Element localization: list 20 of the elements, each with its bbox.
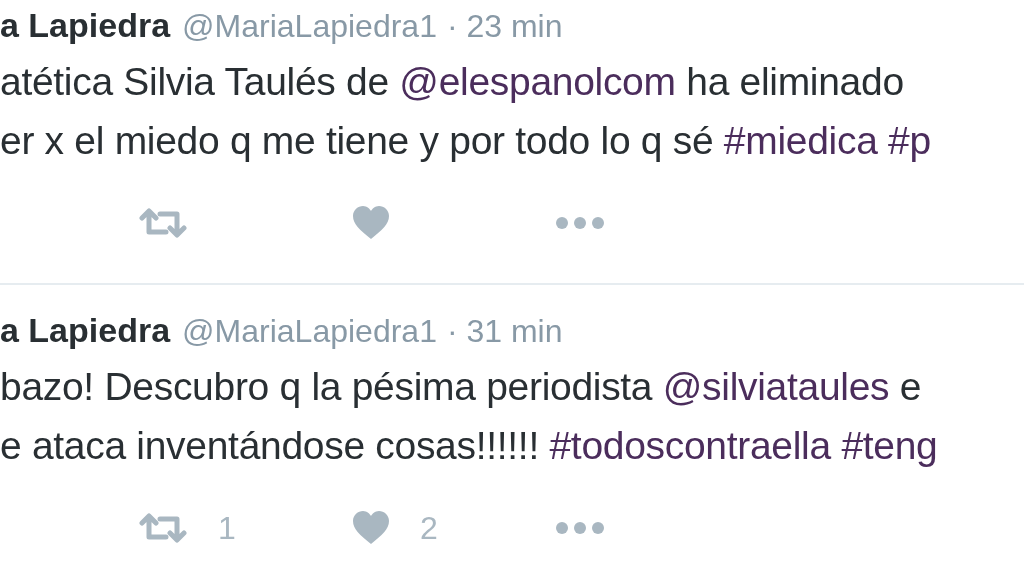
hashtag-link[interactable]: #todoscontraella	[549, 424, 831, 467]
user-name[interactable]: a Lapiedra	[0, 6, 171, 45]
hashtag-link[interactable]: #p	[888, 119, 931, 162]
retweet-icon[interactable]	[138, 513, 188, 543]
heart-icon[interactable]	[352, 206, 390, 240]
mention-link[interactable]: @silviataules	[662, 365, 890, 408]
heart-icon[interactable]	[352, 511, 390, 545]
tweet-text: atética Silvia Taulés de @elespanolcom ha eliminado	[0, 59, 905, 105]
user-name[interactable]: a Lapiedra	[0, 311, 171, 350]
mention-link[interactable]: @elespanolcom	[399, 60, 676, 103]
hashtag-link[interactable]: #teng	[841, 424, 938, 467]
more-icon[interactable]	[555, 216, 605, 230]
tweet-text: e ataca inventándose cosas!!!!!! #todoscontraella #teng	[0, 423, 939, 469]
tweet-text: er x el miedo q me tiene y por todo lo q sé #miedica #p	[0, 118, 932, 164]
action-count: 2	[420, 509, 438, 547]
more-icon[interactable]	[555, 521, 605, 535]
hashtag-link[interactable]: #miedica	[723, 119, 878, 162]
action-count: 1	[218, 509, 236, 547]
tweet-text: bazo! Descubro q la pésima periodista @silviataules e	[0, 364, 923, 410]
retweet-icon[interactable]	[138, 208, 188, 238]
